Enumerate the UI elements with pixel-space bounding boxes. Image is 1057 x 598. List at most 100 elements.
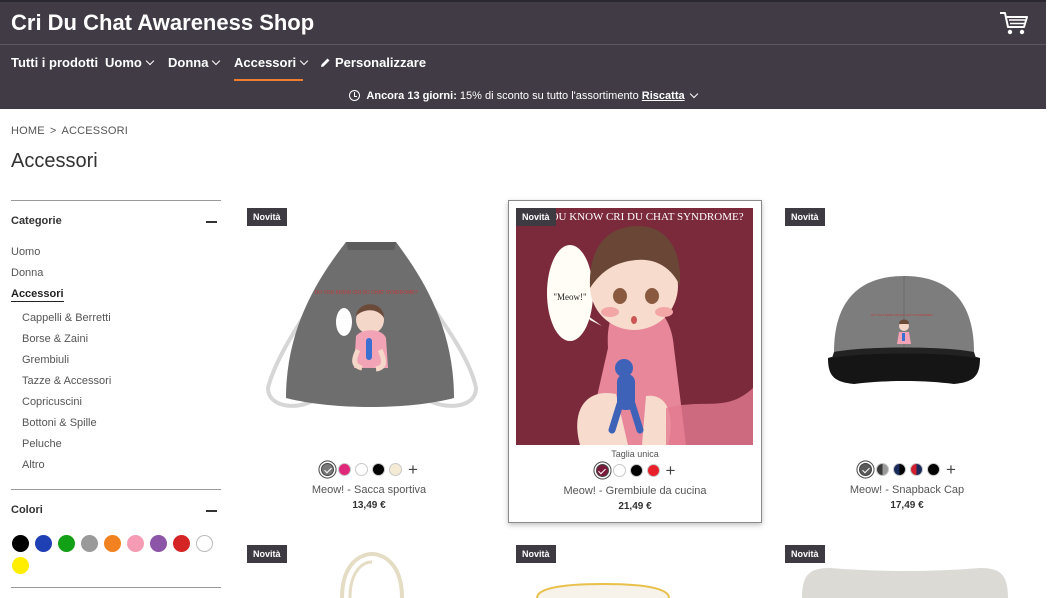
- swatch-black[interactable]: [927, 463, 940, 477]
- swatch-pink[interactable]: [338, 463, 351, 477]
- chevron-down-icon: [145, 56, 155, 66]
- filter-divider: [11, 489, 221, 490]
- svg-text:DO YOU KNOW CRI DU CHAT SYNDRO: DO YOU KNOW CRI DU CHAT SYNDROME?: [871, 313, 933, 317]
- collapse-icon[interactable]: [206, 510, 217, 512]
- breadcrumb: HOME > ACCESSORI: [11, 125, 128, 137]
- header-divider: [0, 44, 1046, 45]
- product-card-hovered[interactable]: Novità DO YOU KNOW CRI DU CHAT SYNDROME?…: [508, 200, 762, 523]
- color-filter-swatch[interactable]: [12, 557, 29, 574]
- color-filter-swatch[interactable]: [58, 535, 75, 552]
- subcategory-mugs[interactable]: Tazze & Accessori: [22, 375, 111, 387]
- nav-item-donna[interactable]: Donna: [168, 55, 221, 83]
- subcategory-buttons[interactable]: Bottoni & Spille: [22, 417, 97, 429]
- pencil-icon: [321, 58, 330, 67]
- promo-redeem-link[interactable]: Riscatta: [642, 90, 685, 102]
- swatch-charcoal-gray[interactable]: [876, 463, 889, 477]
- chevron-down-icon: [299, 56, 309, 66]
- new-badge: Novità: [247, 208, 287, 226]
- product-image-pillow[interactable]: [800, 564, 1010, 598]
- color-filter-swatch[interactable]: [127, 535, 144, 552]
- more-colors-icon[interactable]: +: [945, 461, 957, 478]
- product-name[interactable]: Meow! - Sacca sportiva: [242, 484, 496, 496]
- subcategory-bags[interactable]: Borse & Zaini: [22, 333, 88, 345]
- filter-categories-title: Categorie: [11, 215, 62, 227]
- breadcrumb-separator: >: [49, 125, 57, 137]
- size-note: Taglia unica: [611, 449, 659, 459]
- swatch-gray[interactable]: [321, 463, 334, 477]
- nav-item-label: Tutti i prodotti: [11, 55, 99, 70]
- swatch-burgundy[interactable]: [595, 464, 609, 478]
- swatch-black[interactable]: [629, 464, 643, 478]
- color-filter-swatch[interactable]: [35, 535, 52, 552]
- more-colors-icon[interactable]: +: [665, 462, 677, 479]
- product-card[interactable]: Novità DO YOU KNOW CRI DU CHAT SYNDROME?…: [780, 202, 1034, 524]
- filter-categories-header[interactable]: Categorie: [11, 215, 221, 227]
- product-name[interactable]: Meow! - Grembiule da cucina: [509, 485, 761, 497]
- product-card[interactable]: Novità: [242, 540, 496, 598]
- nav-item-label: Accessori: [234, 55, 297, 70]
- new-badge: Novità: [516, 545, 556, 563]
- color-swatches: +: [509, 462, 761, 479]
- product-price: 13,49 €: [352, 500, 386, 511]
- swatch-navy-black[interactable]: [893, 463, 906, 477]
- nav-item-all-products[interactable]: Tutti i prodotti: [11, 55, 98, 83]
- subcategory-plush[interactable]: Peluche: [22, 438, 62, 450]
- filter-colors-header[interactable]: Colori: [11, 504, 221, 516]
- product-image-snapback-cap[interactable]: DO YOU KNOW CRI DU CHAT SYNDROME?: [824, 266, 984, 391]
- category-accessori[interactable]: Accessori: [11, 288, 64, 302]
- new-badge: Novità: [785, 208, 825, 226]
- breadcrumb-home[interactable]: HOME: [11, 125, 45, 137]
- color-filter-swatch[interactable]: [150, 535, 167, 552]
- swatch-cream[interactable]: [389, 463, 402, 477]
- nav-item-label: Uomo: [105, 55, 142, 70]
- breadcrumb-current[interactable]: ACCESSORI: [61, 125, 128, 137]
- subcategory-hats[interactable]: Cappelli & Berretti: [22, 312, 111, 324]
- color-filter-swatch[interactable]: [173, 535, 190, 552]
- color-swatches: +: [780, 461, 1034, 478]
- more-colors-icon[interactable]: +: [407, 461, 419, 478]
- product-card[interactable]: Novità DO YOU KNOW CRI DU CHAT SYNDROME?…: [242, 202, 496, 524]
- chevron-down-icon[interactable]: [689, 89, 698, 99]
- product-card[interactable]: Novità: [511, 540, 765, 598]
- swatch-white[interactable]: [612, 464, 626, 478]
- apron-print-text: DO YOU KNOW CRI DU CHAT SYNDROME?: [524, 211, 743, 223]
- subcategory-aprons[interactable]: Grembiuli: [22, 354, 69, 366]
- filter-colors-title: Colori: [11, 504, 43, 516]
- swatch-black[interactable]: [372, 463, 385, 477]
- promo-banner: Ancora 13 giorni: 15% di sconto su tutto…: [0, 88, 1046, 102]
- swatch-red[interactable]: [646, 464, 660, 478]
- product-image-tote-bag[interactable]: [332, 551, 412, 598]
- shop-title[interactable]: Cri Du Chat Awareness Shop: [11, 10, 314, 36]
- svg-text:DO YOU KNOW CRI DU CHAT SYNDRO: DO YOU KNOW CRI DU CHAT SYNDROME?: [315, 290, 418, 296]
- product-name[interactable]: Meow! - Snapback Cap: [780, 484, 1034, 496]
- swatch-gray-black[interactable]: [859, 463, 872, 477]
- color-filter-swatch[interactable]: [12, 535, 29, 552]
- collapse-icon[interactable]: [206, 221, 217, 223]
- product-card[interactable]: Novità: [780, 540, 1034, 598]
- nav-item-personalizzare[interactable]: Personalizzare: [320, 55, 426, 83]
- product-image-gym-bag[interactable]: DO YOU KNOW CRI DU CHAT SYNDROME?: [258, 238, 484, 416]
- new-badge: Novità: [785, 545, 825, 563]
- product-price: 17,49 €: [890, 500, 924, 511]
- product-image-apron[interactable]: DO YOU KNOW CRI DU CHAT SYNDROME? "Meow!…: [516, 208, 753, 445]
- swatch-red-navy[interactable]: [910, 463, 923, 477]
- nav-item-accessori[interactable]: Accessori: [234, 55, 309, 83]
- new-badge: Novità: [516, 208, 556, 226]
- page-title: Accessori: [11, 150, 98, 172]
- color-filter-swatch[interactable]: [81, 535, 98, 552]
- swatch-white[interactable]: [355, 463, 368, 477]
- category-donna[interactable]: Donna: [11, 267, 43, 279]
- subcategory-other[interactable]: Altro: [22, 459, 45, 471]
- product-image-mug[interactable]: [533, 582, 673, 598]
- color-filter-swatch[interactable]: [104, 535, 121, 552]
- category-uomo[interactable]: Uomo: [11, 246, 40, 258]
- speech-bubble-text: "Meow!": [553, 292, 587, 302]
- filter-divider: [11, 587, 221, 588]
- promo-bold-text: Ancora 13 giorni:: [366, 90, 457, 102]
- shopping-cart-icon[interactable]: [999, 10, 1029, 36]
- nav-item-uomo[interactable]: Uomo: [105, 55, 155, 83]
- product-price: 21,49 €: [618, 501, 652, 512]
- color-filter-swatch[interactable]: [196, 535, 213, 552]
- chevron-down-icon: [212, 56, 221, 66]
- subcategory-pillowcases[interactable]: Copricuscini: [22, 396, 82, 408]
